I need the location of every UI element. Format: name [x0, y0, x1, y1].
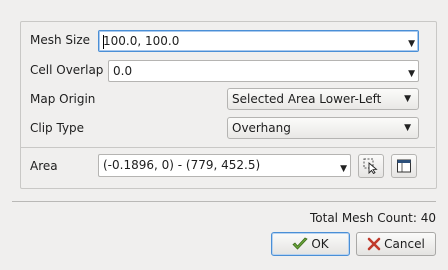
- chevron-down-icon: ▼: [404, 94, 411, 104]
- group-divider: [21, 147, 435, 148]
- chevron-down-icon[interactable]: ▼: [340, 164, 347, 174]
- cancel-button[interactable]: Cancel: [356, 232, 436, 256]
- pointer-select-icon: [363, 158, 378, 174]
- cancel-label: Cancel: [384, 237, 425, 251]
- chevron-down-icon[interactable]: ▼: [408, 39, 415, 49]
- area-combobox[interactable]: (-0.1896, 0) - (779, 452.5) ▼: [98, 154, 351, 177]
- window-icon: [397, 159, 411, 173]
- map-origin-select[interactable]: Selected Area Lower-Left ▼: [227, 88, 419, 110]
- ok-button[interactable]: OK: [271, 232, 350, 256]
- clip-type-select[interactable]: Overhang ▼: [227, 117, 419, 139]
- checkmark-icon: [292, 237, 308, 250]
- total-mesh-count: Total Mesh Count: 40: [309, 211, 436, 225]
- x-icon: [367, 237, 381, 251]
- mesh-size-label: Mesh Size: [30, 33, 91, 47]
- area-value: (-0.1896, 0) - (779, 452.5): [103, 158, 261, 172]
- cell-overlap-value: 0.0: [113, 64, 133, 78]
- map-origin-label: Map Origin: [30, 92, 96, 106]
- cell-overlap-label: Cell Overlap: [30, 63, 104, 77]
- area-label: Area: [30, 159, 58, 173]
- map-origin-value: Selected Area Lower-Left: [232, 92, 382, 106]
- mesh-size-combobox[interactable]: 100.0, 100.0 ▼: [98, 30, 419, 52]
- clip-type-value: Overhang: [232, 121, 291, 135]
- chevron-down-icon[interactable]: ▼: [408, 69, 415, 79]
- clip-type-label: Clip Type: [30, 121, 85, 135]
- mesh-size-value: 100.0, 100.0: [103, 34, 180, 48]
- area-window-button[interactable]: [391, 154, 417, 178]
- ok-label: OK: [311, 237, 329, 251]
- cell-overlap-combobox[interactable]: 0.0 ▼: [108, 60, 419, 82]
- area-select-button[interactable]: [358, 154, 384, 178]
- footer-separator: [12, 201, 436, 202]
- chevron-down-icon: ▼: [404, 123, 411, 133]
